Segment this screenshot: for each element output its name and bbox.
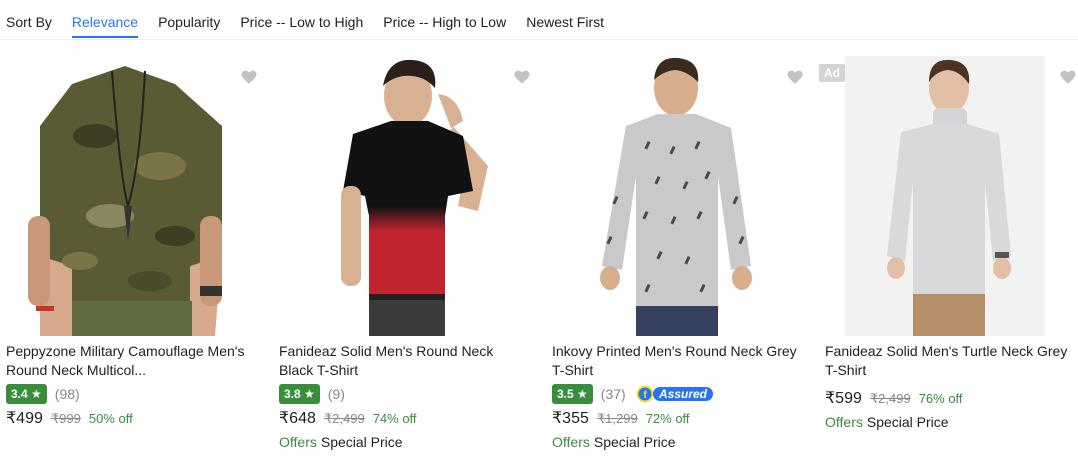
wishlist-heart-icon[interactable] [513,68,531,86]
product-title-line: Fanideaz Solid Men's Round Neck [279,343,494,359]
rating-badge: 3.5 ★ [552,384,593,404]
sort-bar: Sort By Relevance Popularity Price -- Lo… [0,0,1078,40]
product-image[interactable]: Ad [819,56,1078,336]
product-title[interactable]: Inkovy Printed Men's Round Neck Grey T-S… [552,342,810,380]
product-title[interactable]: Peppyzone Military Camouflage Men's Roun… [6,342,264,380]
offers-row: Offers Special Price [279,434,403,450]
sort-option-price-low-high[interactable]: Price -- Low to High [240,0,363,39]
mrp: ₹999 [50,411,81,426]
offers-label: Offers [825,414,863,430]
sort-option-relevance[interactable]: Relevance [71,0,139,39]
mrp: ₹2,499 [323,411,365,426]
wishlist-heart-icon[interactable] [1059,68,1077,86]
offers-text: Special Price [866,414,949,430]
sort-option-popularity[interactable]: Popularity [158,0,220,39]
product-title-line: Fanideaz Solid Men's Turtle Neck Grey [825,343,1068,359]
assured-badge: f Assured [636,385,714,403]
rating-row: 3.8 ★ (9) [279,384,345,404]
product-card[interactable]: Fanideaz Solid Men's Round Neck Black T-… [273,40,543,460]
rating-count: (37) [600,386,626,402]
product-title-line: Round Neck Multicol... [6,362,147,378]
product-title-line: Peppyzone Military Camouflage Men's [6,343,245,359]
price: ₹355 [552,410,589,427]
rating-count: (9) [327,386,345,402]
rating-row: 3.5 ★ (37) f Assured [552,384,714,404]
product-title[interactable]: Fanideaz Solid Men's Round Neck Black T-… [279,342,537,380]
price: ₹599 [825,390,862,407]
assured-icon: f Assured [636,385,713,403]
offers-label: Offers [279,434,317,450]
discount: 76% off [918,391,963,406]
price-row: ₹355 ₹1,299 72% off [552,408,690,428]
rating-row: 3.4 ★ (98) [6,384,80,404]
discount: 50% off [88,411,133,426]
sort-by-label: Sort By [6,14,52,30]
wishlist-heart-icon[interactable] [786,68,804,86]
discount: 72% off [645,411,690,426]
product-title-line: T-Shirt [552,362,594,378]
price: ₹499 [6,410,43,427]
sort-option-price-high-low[interactable]: Price -- High to Low [383,0,506,39]
product-card[interactable]: Peppyzone Military Camouflage Men's Roun… [0,40,270,460]
offers-text: Special Price [320,434,403,450]
price-row: ₹648 ₹2,499 74% off [279,408,417,428]
offers-row: Offers Special Price [825,414,949,430]
ad-badge: Ad [819,64,845,82]
wishlist-heart-icon[interactable] [240,68,258,86]
discount: 74% off [372,411,417,426]
rating-badge: 3.4 ★ [6,384,47,404]
mrp: ₹1,299 [596,411,638,426]
product-image[interactable] [0,56,270,336]
price: ₹648 [279,410,316,427]
product-title[interactable]: Fanideaz Solid Men's Turtle Neck Grey T-… [825,342,1078,380]
assured-label: Assured [658,387,708,401]
rating-badge: 3.8 ★ [279,384,320,404]
product-image[interactable] [546,56,816,336]
offers-text: Special Price [593,434,676,450]
mrp: ₹2,499 [869,391,911,406]
product-title-line: Inkovy Printed Men's Round Neck Grey [552,343,797,359]
product-title-line: Black T-Shirt [279,362,359,378]
sort-option-newest-first[interactable]: Newest First [526,0,604,39]
product-title-line: T-Shirt [825,362,867,378]
price-row: ₹599 ₹2,499 76% off [825,388,963,408]
price-row: ₹499 ₹999 50% off [6,408,133,428]
rating-count: (98) [54,386,80,402]
product-card[interactable]: Ad Fanideaz Solid Men's Turtle Neck Grey… [819,40,1078,460]
offers-row: Offers Special Price [552,434,676,450]
product-card[interactable]: Inkovy Printed Men's Round Neck Grey T-S… [546,40,816,460]
product-image[interactable] [273,56,543,336]
offers-label: Offers [552,434,590,450]
